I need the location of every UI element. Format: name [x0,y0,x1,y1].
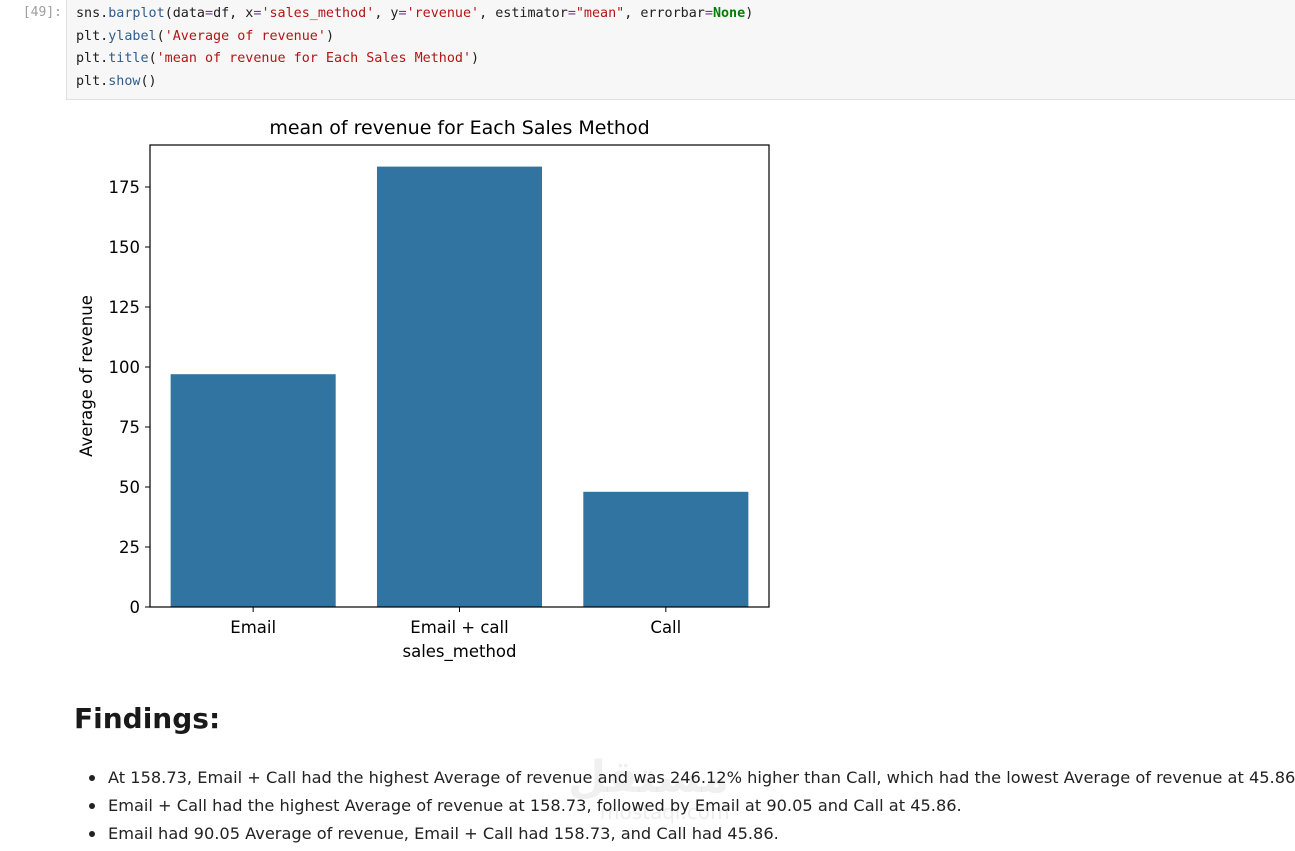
code-token: () [140,73,157,89]
finding-item: Email + Call had the highest Average of … [88,792,1295,820]
code-token: ) [745,6,754,21]
y-tick-label: 175 [109,178,141,197]
code-token: 'Average of revenue' [164,28,326,44]
chart-title: mean of revenue for Each Sales Method [269,117,649,139]
code-token: = [398,6,407,21]
y-tick-label: 50 [119,478,140,497]
x-tick-label: Call [650,618,681,637]
y-tick-label: 125 [109,298,141,317]
finding-item: Email had 90.05 Average of revenue, Emai… [88,820,1295,848]
x-tick-label: Email + call [410,618,508,637]
bar-email-call [376,166,543,607]
y-tick-label: 150 [109,238,141,257]
cell-prompt: [49]: [22,5,62,20]
code-token: = [567,6,576,21]
code-token: ) [325,28,334,44]
code-token: ( [156,28,165,44]
finding-item: At 158.73, Email + Call had the highest … [88,764,1295,792]
bar-call [583,491,749,607]
code-token: , estimator [479,6,568,21]
findings-list: At 158.73, Email + Call had the highest … [82,764,1295,848]
y-tick-label: 75 [119,418,140,437]
code-token: plt. [76,73,109,89]
code-line: plt.show() [76,71,1295,94]
findings-heading: Findings: [74,702,221,735]
cell-output: mean of revenue for Each Sales Method Ema… [66,100,1295,851]
code-token: = [205,6,214,21]
code-token: title [108,51,149,67]
y-axis-label: Average of revenue [77,295,96,457]
code-token: barplot [108,6,165,21]
code-token: sns. [76,6,109,21]
y-tick-label: 25 [119,538,140,557]
code-token: ylabel [108,28,157,44]
code-token: "mean" [575,6,625,21]
code-token: df, x [213,6,254,21]
code-token: ( [148,51,157,67]
code-cell-input[interactable]: sns.barplot(data=df, x='sales_method', y… [66,0,1295,100]
code-token: , y [374,6,399,21]
code-token: , errorbar [624,6,705,21]
y-tick-label: 0 [130,598,141,617]
bar-chart: mean of revenue for Each Sales Method Ema… [77,117,770,662]
code-line: plt.title('mean of revenue for Each Sale… [76,48,1295,71]
code-line: sns.barplot(data=df, x='sales_method', y… [76,3,1295,26]
code-token: show [108,73,141,89]
code-token: 'revenue' [406,6,480,21]
code-token: plt. [76,51,109,67]
bar-email [170,374,336,607]
code-line: plt.ylabel('Average of revenue') [76,26,1295,49]
code-token: 'sales_method' [261,6,375,21]
code-token: = [704,6,713,21]
code-token: None [712,6,746,21]
x-tick-label: Email [230,618,276,637]
code-token: 'mean of revenue for Each Sales Method' [156,51,472,67]
x-axis-label: sales_method [402,642,516,662]
code-token: (data [164,6,205,21]
y-tick-label: 100 [109,358,141,377]
code-token: ) [471,51,480,67]
code-token: plt. [76,28,109,44]
